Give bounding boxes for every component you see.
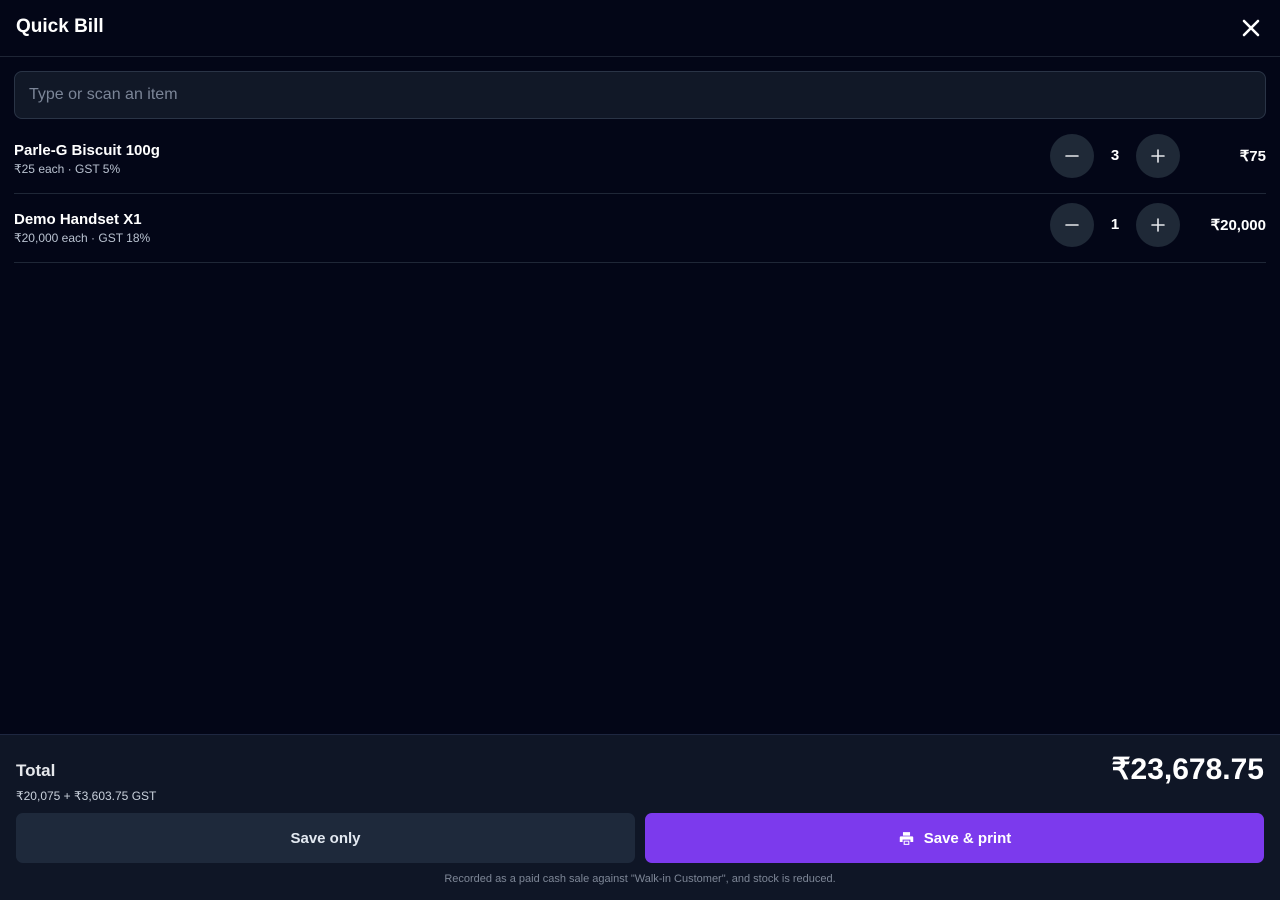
list-item: Parle-G Biscuit 100g ₹25 each · GST 5% 3… xyxy=(14,125,1266,194)
save-and-print-button[interactable]: Save & print xyxy=(645,813,1264,863)
footer-note: Recorded as a paid cash sale against "Wa… xyxy=(444,873,836,885)
quantity-value: 3 xyxy=(1110,147,1120,164)
close-icon xyxy=(1242,19,1260,37)
list-item: Demo Handset X1 ₹20,000 each · GST 18% 1… xyxy=(14,194,1266,263)
total-label: Total xyxy=(16,761,56,780)
total-breakdown: ₹20,075 + ₹3,603.75 GST xyxy=(16,789,157,803)
item-name: Parle-G Biscuit 100g xyxy=(14,142,160,159)
item-price-gst: ₹25 each · GST 5% xyxy=(14,162,121,176)
increase-quantity-button[interactable] xyxy=(1136,203,1180,247)
decrease-quantity-button[interactable] xyxy=(1050,203,1094,247)
item-line-total: ₹75 xyxy=(1239,148,1266,165)
header: Quick Bill xyxy=(0,0,1280,57)
printer-icon xyxy=(898,830,915,847)
page-title: Quick Bill xyxy=(16,16,104,37)
quick-bill-app: Quick Bill Parle-G Biscuit 100g ₹25 each… xyxy=(0,0,1280,900)
total-amount: ₹23,678.75 xyxy=(1111,753,1264,786)
search-input[interactable] xyxy=(14,71,1266,119)
save-only-button[interactable]: Save only xyxy=(16,813,635,863)
close-button[interactable] xyxy=(1237,14,1265,42)
minus-icon xyxy=(1065,155,1079,157)
decrease-quantity-button[interactable] xyxy=(1050,134,1094,178)
item-price-gst: ₹20,000 each · GST 18% xyxy=(14,231,151,245)
plus-icon xyxy=(1151,149,1165,163)
save-and-print-label: Save & print xyxy=(923,829,1012,847)
item-name: Demo Handset X1 xyxy=(14,211,142,228)
quantity-value: 1 xyxy=(1110,216,1120,233)
bill-footer: Total ₹20,075 + ₹3,603.75 GST ₹23,678.75… xyxy=(0,734,1280,900)
save-only-label: Save only xyxy=(290,829,361,847)
plus-icon xyxy=(1151,218,1165,232)
item-line-total: ₹20,000 xyxy=(1210,217,1266,234)
increase-quantity-button[interactable] xyxy=(1136,134,1180,178)
minus-icon xyxy=(1065,224,1079,226)
